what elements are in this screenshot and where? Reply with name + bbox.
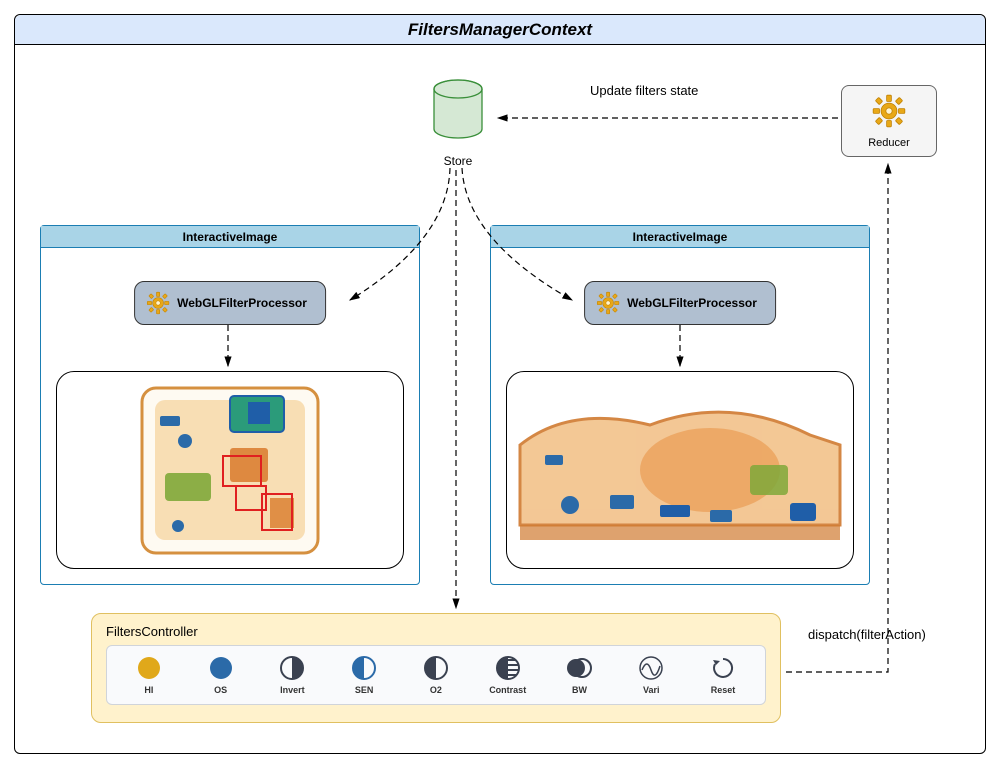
filter-invert-button[interactable]: Invert <box>262 655 322 695</box>
filters-toolbar: HI OS Invert SEN O2 <box>106 645 766 705</box>
filter-label: BW <box>572 685 587 695</box>
reducer-node: Reducer <box>841 85 937 157</box>
reducer-label: Reducer <box>842 137 936 149</box>
interactive-image-panel-right: InteractiveImage WebGLFilterProcessor <box>490 225 870 585</box>
half-circle-left-icon <box>423 655 449 681</box>
circle-solid-gold-icon <box>136 655 162 681</box>
gear-icon <box>870 92 908 130</box>
filter-bw-button[interactable]: BW <box>549 655 609 695</box>
filter-hi-button[interactable]: HI <box>119 655 179 695</box>
gear-icon <box>145 290 171 316</box>
xray-image-right <box>506 371 854 569</box>
filter-reset-button[interactable]: Reset <box>693 655 753 695</box>
circle-solid-blue-icon <box>208 655 234 681</box>
database-icon <box>426 79 490 147</box>
half-circle-blue-icon <box>351 655 377 681</box>
webgl-filter-processor-left: WebGLFilterProcessor <box>134 281 326 325</box>
wave-circle-icon <box>638 655 664 681</box>
half-circle-right-icon <box>279 655 305 681</box>
xray-image-left <box>56 371 404 569</box>
store-node: Store <box>423 79 493 168</box>
filter-o2-button[interactable]: O2 <box>406 655 466 695</box>
interactive-image-panel-left: InteractiveImage WebGLFilterProcessor <box>40 225 420 585</box>
filter-vari-button[interactable]: Vari <box>621 655 681 695</box>
frame-title: FiltersManagerContext <box>15 15 985 45</box>
xray-scan-side-icon <box>510 385 850 555</box>
update-filters-state-label: Update filters state <box>590 83 698 98</box>
circle-overlap-icon <box>566 655 592 681</box>
filter-label: HI <box>144 685 153 695</box>
filter-label: Invert <box>280 685 305 695</box>
filter-label: Contrast <box>489 685 526 695</box>
dispatch-filter-action-label: dispatch(filterAction) <box>808 627 926 642</box>
processor-label: WebGLFilterProcessor <box>177 296 307 310</box>
contrast-striped-icon <box>495 655 521 681</box>
filters-controller-title: FiltersController <box>106 624 766 639</box>
store-label: Store <box>423 154 493 168</box>
interactive-image-title: InteractiveImage <box>491 226 869 248</box>
gear-icon <box>595 290 621 316</box>
reset-arrow-icon <box>710 655 736 681</box>
interactive-image-title: InteractiveImage <box>41 226 419 248</box>
processor-label: WebGLFilterProcessor <box>627 296 757 310</box>
xray-scan-top-icon <box>130 378 330 563</box>
filter-contrast-button[interactable]: Contrast <box>478 655 538 695</box>
webgl-filter-processor-right: WebGLFilterProcessor <box>584 281 776 325</box>
filter-label: OS <box>214 685 227 695</box>
filter-label: Vari <box>643 685 660 695</box>
filter-sen-button[interactable]: SEN <box>334 655 394 695</box>
filter-label: Reset <box>711 685 736 695</box>
filter-os-button[interactable]: OS <box>191 655 251 695</box>
filter-label: SEN <box>355 685 374 695</box>
filters-controller: FiltersController HI OS Invert SEN <box>91 613 781 723</box>
filter-label: O2 <box>430 685 442 695</box>
